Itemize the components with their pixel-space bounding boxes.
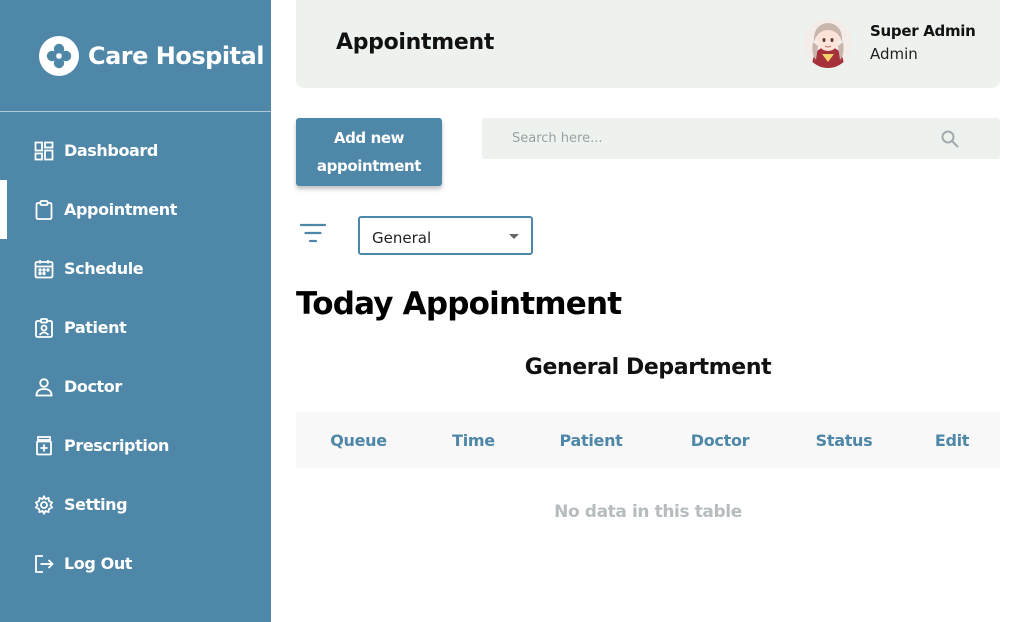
filter-icon[interactable] (299, 222, 327, 244)
sidebar-item-prescription[interactable]: Prescription (0, 416, 271, 475)
app-root: Care Hospital Dashboard Appointment Sche… (0, 0, 1024, 622)
patient-badge-icon (34, 317, 54, 338)
sidebar-item-patient[interactable]: Patient (0, 298, 271, 357)
user-name: Super Admin (870, 22, 976, 40)
appointment-table: Queue Time Patient Doctor Status Edit No… (296, 412, 1000, 556)
sidebar-item-appointment[interactable]: Appointment (0, 180, 271, 239)
hospital-logo-icon (39, 35, 79, 76)
search-input[interactable] (482, 118, 942, 159)
section-title: Today Appointment (296, 286, 622, 322)
calendar-icon (34, 259, 54, 279)
department-select[interactable]: General (358, 216, 533, 255)
column-header-status[interactable]: Status (784, 431, 904, 450)
sidebar-item-label: Doctor (64, 377, 122, 396)
search-bar (482, 118, 1000, 159)
sidebar-item-label: Dashboard (64, 141, 158, 160)
department-title: General Department (524, 355, 772, 380)
page-title: Appointment (336, 30, 495, 55)
sidebar-nav: Dashboard Appointment Schedule Patient D… (0, 121, 271, 593)
gear-icon (34, 494, 54, 515)
dashboard-icon (34, 141, 54, 161)
table-header: Queue Time Patient Doctor Status Edit (296, 412, 1000, 468)
sidebar-item-setting[interactable]: Setting (0, 475, 271, 534)
sidebar-item-label: Schedule (64, 259, 144, 278)
sidebar-item-schedule[interactable]: Schedule (0, 239, 271, 298)
column-header-doctor[interactable]: Doctor (656, 431, 784, 450)
clipboard-icon (34, 199, 54, 220)
search-icon[interactable] (940, 129, 960, 149)
sidebar: Care Hospital Dashboard Appointment Sche… (0, 0, 271, 622)
sidebar-item-label: Log Out (64, 554, 133, 573)
sidebar-item-dashboard[interactable]: Dashboard (0, 121, 271, 180)
sidebar-item-label: Appointment (64, 200, 177, 219)
person-icon (34, 377, 54, 397)
chevron-down-icon (509, 234, 519, 239)
avatar[interactable] (804, 18, 852, 68)
column-header-queue[interactable]: Queue (296, 431, 421, 450)
sidebar-item-label: Prescription (64, 436, 170, 455)
page-header: Appointment Super Admin Admin (296, 0, 1000, 88)
logout-icon (34, 554, 54, 574)
column-header-time[interactable]: Time (421, 431, 526, 450)
sidebar-item-label: Patient (64, 318, 127, 337)
user-role: Admin (870, 45, 918, 63)
department-select-value: General (372, 229, 432, 247)
add-appointment-button[interactable]: Add new appointment (296, 118, 442, 186)
sidebar-item-doctor[interactable]: Doctor (0, 357, 271, 416)
brand[interactable]: Care Hospital (0, 0, 271, 112)
brand-name: Care Hospital (88, 41, 264, 70)
column-header-patient[interactable]: Patient (526, 431, 656, 450)
medicine-bottle-icon (34, 435, 54, 456)
sidebar-item-label: Setting (64, 495, 128, 514)
sidebar-item-logout[interactable]: Log Out (0, 534, 271, 593)
column-header-edit[interactable]: Edit (904, 431, 1000, 450)
table-empty-message: No data in this table (554, 502, 742, 522)
